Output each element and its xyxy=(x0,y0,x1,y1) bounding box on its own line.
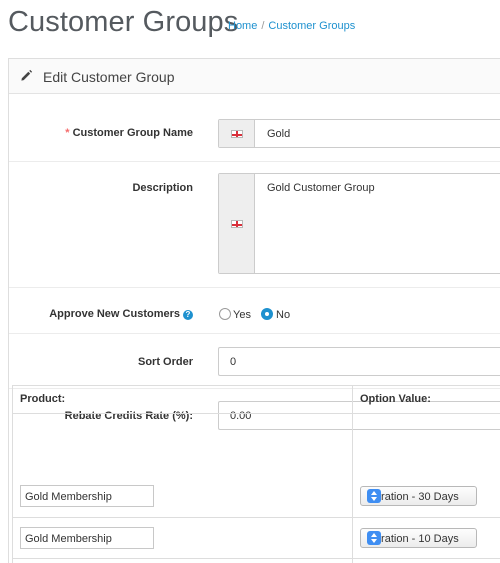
description-value: Gold Customer Group xyxy=(267,182,375,194)
breadcrumb-home-link[interactable]: Home xyxy=(228,20,257,32)
group-name-field[interactable]: Gold xyxy=(218,119,500,148)
table-header-divider xyxy=(13,413,500,414)
description-textarea[interactable]: Gold Customer Group xyxy=(218,173,500,274)
product-value: Gold Membership xyxy=(25,533,112,545)
option-value-select[interactable]: Duration - 10 Days xyxy=(360,528,477,548)
breadcrumb: Home / Customer Groups xyxy=(228,20,355,32)
form-divider xyxy=(9,161,500,162)
description-label: Description xyxy=(132,182,193,194)
group-name-language-addon xyxy=(219,120,255,147)
breadcrumb-separator: / xyxy=(261,20,265,32)
panel-heading-title: Edit Customer Group xyxy=(43,69,175,85)
panel-heading: Edit Customer Group xyxy=(9,59,500,94)
table-row-divider xyxy=(13,517,500,518)
group-name-value: Gold xyxy=(267,128,291,140)
select-stepper-icon xyxy=(367,489,381,503)
option-value-select[interactable]: Duration - 30 Days xyxy=(360,486,477,506)
approve-label-text: Approve New Customers xyxy=(49,308,180,320)
form-divider xyxy=(9,287,500,288)
table-row-divider xyxy=(13,558,500,559)
sort-order-label: Sort Order xyxy=(137,356,193,368)
approve-no-radio[interactable] xyxy=(261,308,273,320)
page-header: Customer Groups Home / Customer Groups xyxy=(0,0,500,52)
help-icon[interactable]: ? xyxy=(183,310,193,320)
breadcrumb-current-link[interactable]: Customer Groups xyxy=(268,20,355,32)
uk-flag-icon xyxy=(231,130,243,138)
description-language-addon xyxy=(219,174,255,273)
select-stepper-icon xyxy=(367,531,381,545)
product-input[interactable]: Gold Membership xyxy=(20,527,154,549)
product-header: Product: xyxy=(20,393,66,405)
required-marker: * xyxy=(65,127,70,139)
product-options-table: Product: Option Value: Gold Membership D… xyxy=(12,385,500,563)
group-name-label: * Customer Group Name xyxy=(65,127,193,139)
pencil-icon xyxy=(21,69,33,81)
approve-yes-radio[interactable] xyxy=(219,308,231,320)
page-title: Customer Groups xyxy=(8,6,239,38)
uk-flag-icon xyxy=(231,220,243,228)
product-input[interactable]: Gold Membership xyxy=(20,485,154,507)
approve-no-label[interactable]: No xyxy=(276,309,290,321)
sort-order-value: 0 xyxy=(230,356,237,368)
approve-label: Approve New Customers? xyxy=(49,308,193,320)
product-value: Gold Membership xyxy=(25,491,112,503)
sort-order-input[interactable]: 0 xyxy=(218,347,500,376)
approve-yes-label[interactable]: Yes xyxy=(233,309,251,321)
option-value-header: Option Value: xyxy=(360,393,431,405)
group-name-label-text: Customer Group Name xyxy=(72,127,193,139)
form-divider xyxy=(9,333,500,334)
